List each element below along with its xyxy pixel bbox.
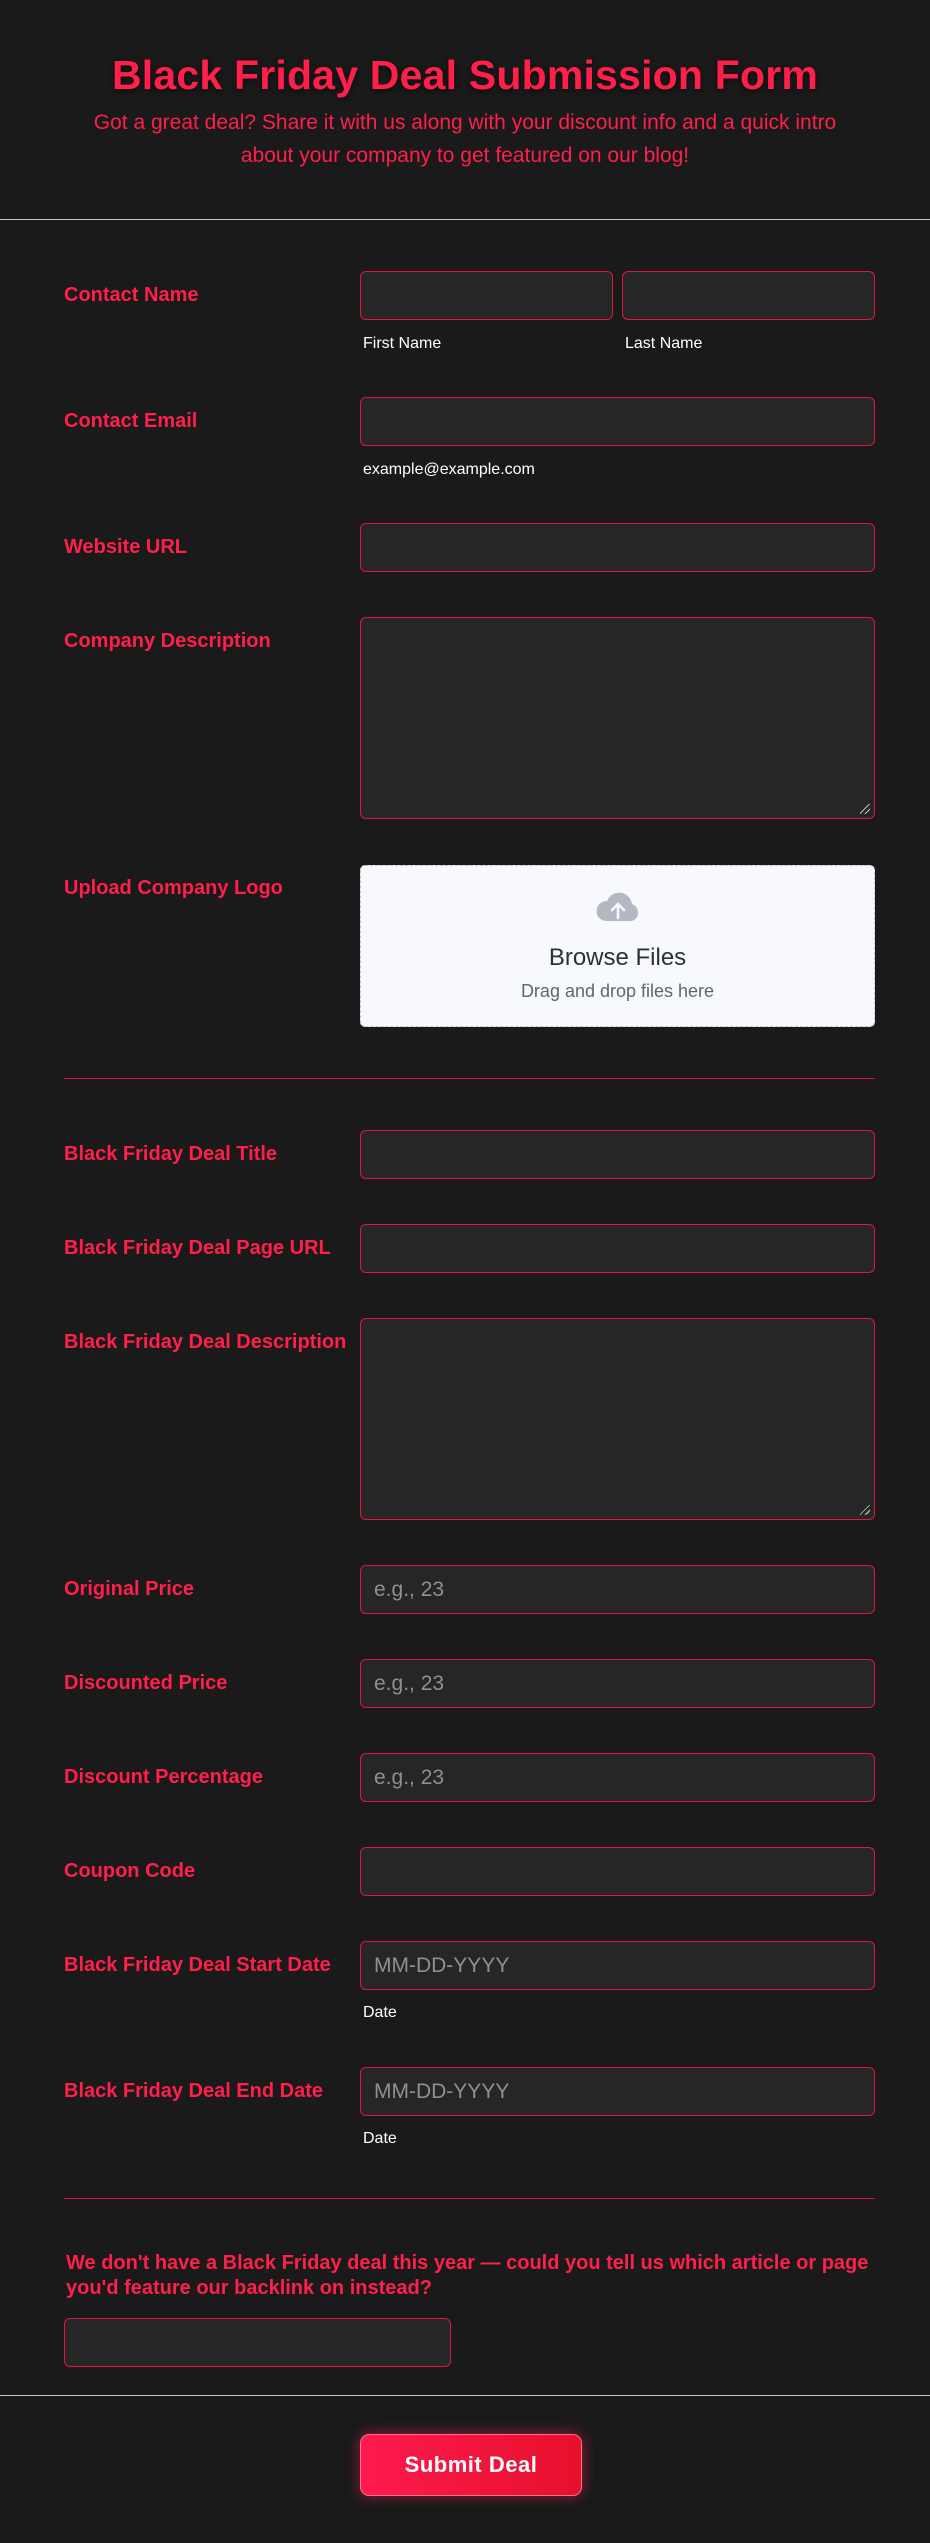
- resize-grip-icon[interactable]: [860, 804, 870, 814]
- company-description-textarea[interactable]: [360, 617, 875, 819]
- deal-description-label: Black Friday Deal Description: [64, 1331, 347, 1353]
- backlink-question: We don't have a Black Friday deal this y…: [66, 2252, 869, 2299]
- first-name-sublabel: First Name: [363, 335, 442, 352]
- discount-percentage-label: Discount Percentage: [64, 1766, 263, 1788]
- backlink-answer-input[interactable]: [64, 2318, 451, 2367]
- original-price-input[interactable]: [360, 1565, 875, 1614]
- section-divider: [64, 2198, 875, 2199]
- last-name-input[interactable]: [622, 271, 875, 320]
- submit-deal-button[interactable]: Submit Deal: [360, 2434, 582, 2496]
- last-name-sublabel: Last Name: [625, 335, 703, 352]
- email-field[interactable]: [360, 397, 875, 446]
- original-price-label: Original Price: [64, 1578, 195, 1600]
- contact-name-label: Contact Name: [64, 284, 199, 306]
- website-url-label: Website URL: [64, 536, 187, 558]
- deal-title-input[interactable]: [360, 1130, 875, 1179]
- start-date-input[interactable]: [360, 1941, 875, 1990]
- end-date-sublabel: Date: [363, 2130, 397, 2147]
- website-url-input[interactable]: [360, 523, 875, 572]
- upload-logo-label: Upload Company Logo: [64, 877, 283, 899]
- deal-page-url-label: Black Friday Deal Page URL: [64, 1237, 331, 1259]
- coupon-code-label: Coupon Code: [64, 1860, 196, 1882]
- first-name-input[interactable]: [360, 271, 613, 320]
- discounted-price-input[interactable]: [360, 1659, 875, 1708]
- resize-grip-icon[interactable]: [860, 1505, 870, 1515]
- company-description-label: Company Description: [64, 630, 271, 652]
- end-date-input[interactable]: [360, 2067, 875, 2116]
- page-title: Black Friday Deal Submission Form: [111, 52, 819, 98]
- discount-percentage-input[interactable]: [360, 1753, 875, 1802]
- cloud-upload-icon: [596, 892, 639, 921]
- deal-description-textarea[interactable]: [360, 1318, 875, 1520]
- drag-drop-hint: Drag and drop files here: [520, 981, 715, 1001]
- file-upload-dropzone[interactable]: Browse Files Drag and drop files here: [360, 865, 875, 1027]
- end-date-label: Black Friday Deal End Date: [64, 2080, 323, 2102]
- footer-divider: [0, 2395, 930, 2396]
- browse-files-text[interactable]: Browse Files: [361, 944, 874, 972]
- discounted-price-label: Discounted Price: [64, 1672, 228, 1694]
- coupon-code-input[interactable]: [360, 1847, 875, 1896]
- form-header: Black Friday Deal Submission Form Got a …: [0, 0, 930, 220]
- start-date-label: Black Friday Deal Start Date: [64, 1954, 331, 1976]
- deal-title-label: Black Friday Deal Title: [64, 1143, 278, 1165]
- deal-page-url-input[interactable]: [360, 1224, 875, 1273]
- contact-email-label: Contact Email: [64, 410, 198, 432]
- page-subtitle: Got a great deal? Share it with us along…: [93, 111, 837, 167]
- start-date-sublabel: Date: [363, 2004, 397, 2021]
- email-sublabel: example@example.com: [363, 461, 535, 478]
- section-divider: [64, 1078, 875, 1079]
